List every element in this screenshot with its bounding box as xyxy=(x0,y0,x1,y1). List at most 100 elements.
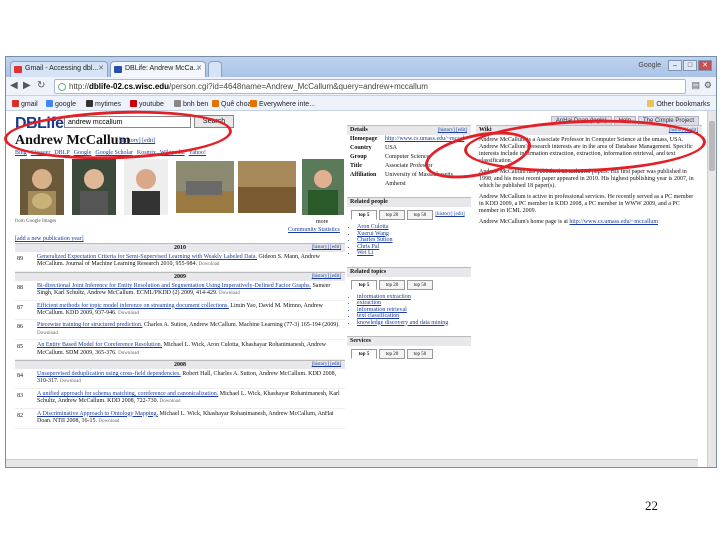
maximize-icon[interactable]: □ xyxy=(683,60,697,71)
download-link[interactable]: Download xyxy=(198,262,219,267)
blog-icon xyxy=(212,100,219,107)
google-icon xyxy=(46,100,53,107)
person-photo-4[interactable] xyxy=(302,159,344,215)
more-photos-link[interactable]: more xyxy=(316,219,328,225)
publication-title[interactable]: An Entity Based Model for Coreference Re… xyxy=(37,342,162,348)
publication-title[interactable]: Efficient methods for topic model infere… xyxy=(37,303,229,309)
community-statistics-link[interactable]: Community Statistics xyxy=(288,227,340,233)
minimize-icon[interactable]: – xyxy=(668,60,682,71)
services-header: Services xyxy=(347,336,471,346)
tab-gmail[interactable]: Gmail - Accessing dbl... ✕ xyxy=(10,61,108,77)
landscape-photo[interactable] xyxy=(238,161,296,213)
tab-top-20[interactable]: top 20 xyxy=(379,349,405,359)
publication-item: 82 A Discriminative Approach to Ontology … xyxy=(15,409,345,429)
tab-top-5[interactable]: top 5 xyxy=(351,349,377,359)
tab-top-50[interactable]: top 50 xyxy=(407,349,433,359)
close-tab-icon[interactable]: ✕ xyxy=(196,64,202,72)
related-people-list: Aron Culotta Xuerui Wang Charles Sutton … xyxy=(347,224,471,257)
related-topics-list: information extraction extraction inform… xyxy=(347,294,471,327)
tab-top-5[interactable]: top 5 xyxy=(351,210,377,220)
download-link[interactable]: Download xyxy=(118,351,139,356)
related-topics-tabs: top 5 top 20 top 50 xyxy=(347,279,471,292)
new-tab-button[interactable] xyxy=(208,61,222,77)
tab-top-50[interactable]: top 50 xyxy=(407,210,433,220)
details-history-edit-link[interactable]: [history] [edit] xyxy=(438,126,467,135)
year-header: 2010 [history] [edit] xyxy=(15,243,345,252)
wrench-icon[interactable]: ⚙ xyxy=(704,80,712,91)
globe-icon xyxy=(58,83,66,91)
related-people-history-edit-link[interactable]: [history] [edit] xyxy=(435,210,465,220)
tab-label: Gmail - Accessing dbl... xyxy=(25,65,99,72)
tab-top-50[interactable]: top 50 xyxy=(407,279,433,290)
year-header: 2008 [history] [edit] xyxy=(15,360,345,370)
url-host: dblife-02.cs.wisc.edu xyxy=(89,82,170,91)
person-photo-3[interactable] xyxy=(124,159,168,215)
other-bookmarks[interactable]: Other bookmarks xyxy=(647,100,710,108)
url-prefix: http:// xyxy=(69,82,90,91)
publication-item: 85 An Entity Based Model for Coreference … xyxy=(15,340,345,361)
year-history-edit-link[interactable]: [history] [edit] xyxy=(312,273,341,281)
year-history-edit-link[interactable]: [history] [edit] xyxy=(312,244,341,252)
publication-title[interactable]: Unsupervised deduplication using cross-f… xyxy=(37,371,181,377)
youtube-icon xyxy=(130,100,137,107)
nytimes-icon xyxy=(86,100,93,107)
publication-title[interactable]: Generalized Expectation Criteria for Sem… xyxy=(37,254,257,260)
bookmark-mytimes[interactable]: mytimes xyxy=(86,100,121,108)
publication-title[interactable]: Piecewise training for structured predic… xyxy=(37,322,142,328)
publication-item: 88 Bi-directional Joint Inference for Ent… xyxy=(15,281,345,301)
page-menu-icon[interactable]: ▤ xyxy=(691,80,700,91)
publication-item: 84 Unsupervised deduplication using cross… xyxy=(15,369,345,389)
tab-top-5[interactable]: top 5 xyxy=(351,279,377,290)
person-photo-1[interactable] xyxy=(20,159,64,215)
close-tab-icon[interactable]: ✕ xyxy=(98,64,104,72)
back-icon[interactable]: ◀ xyxy=(10,80,18,91)
vertical-scrollbar[interactable] xyxy=(707,111,716,467)
wiki-paragraph: Andrew McCallum's home page is at http:/… xyxy=(479,219,659,225)
download-link[interactable]: Download xyxy=(219,291,240,296)
person-photo-2[interactable] xyxy=(72,159,116,215)
download-link[interactable]: Download xyxy=(118,311,139,316)
year-history-edit-link[interactable]: [history] [edit] xyxy=(312,361,341,369)
publication-title[interactable]: A unified approach for schema matching, … xyxy=(37,391,218,397)
bookmark-gmail[interactable]: gmail xyxy=(12,100,38,108)
publication-title[interactable]: A Discriminative Approach to Ontology Ma… xyxy=(37,411,158,417)
bookmark-que-choa[interactable]: Quê choa xyxy=(212,100,251,108)
navigation-toolbar: ◀ ▶ ↻ http://dblife-02.cs.wisc.edu/perso… xyxy=(6,77,716,96)
forward-icon[interactable]: ▶ xyxy=(23,80,31,91)
tab-label: DBLife: Andrew McCa... xyxy=(125,65,200,72)
bookmark-everywhere[interactable]: Everywhere inte... xyxy=(250,100,315,108)
folder-icon xyxy=(647,100,655,107)
publication-item: 87 Efficient methods for topic model infe… xyxy=(15,301,345,321)
download-link[interactable]: Download xyxy=(60,379,81,384)
gmail-icon xyxy=(12,100,19,107)
details-row: Amherst xyxy=(385,181,406,187)
tab-dblife[interactable]: DBLife: Andrew McCa... ✕ xyxy=(110,61,206,77)
publication-title[interactable]: Bi-directional Joint Inference for Entit… xyxy=(37,283,311,289)
related-person-link[interactable]: Wei Li xyxy=(357,250,471,257)
bookmark-youtube[interactable]: youtube xyxy=(130,100,164,108)
tab-top-20[interactable]: top 20 xyxy=(379,279,405,290)
download-link[interactable]: Download xyxy=(99,419,120,424)
scrollbar-thumb[interactable] xyxy=(709,121,715,171)
bookmark-bnh-ben[interactable]: bnh ben xyxy=(174,100,208,108)
download-link[interactable]: Download xyxy=(160,399,181,404)
related-people-tabs: top 5 top 20 top 50 [history] [edit] xyxy=(347,210,471,222)
download-link[interactable]: Download xyxy=(37,331,58,336)
close-window-icon[interactable]: ✕ xyxy=(698,60,712,71)
reload-icon[interactable]: ↻ xyxy=(37,80,45,91)
wiki-homepage-link[interactable]: http://www.cs.umass.edu/~mccallum xyxy=(569,219,658,225)
landscape-photo[interactable] xyxy=(176,161,234,213)
slide-number: 22 xyxy=(645,498,658,513)
publication-item: 83 A unified approach for schema matching… xyxy=(15,389,345,409)
address-bar[interactable]: http://dblife-02.cs.wisc.edu/person.cgi?… xyxy=(54,79,686,94)
related-topic-link[interactable]: knowledge discovery and data mining xyxy=(357,320,471,327)
publications-list: 2010 [history] [edit] 89 Generalized Expec… xyxy=(15,243,345,429)
horizontal-scrollbar[interactable] xyxy=(6,459,698,467)
add-publication-year-link[interactable]: [add a new publication year] xyxy=(15,236,84,242)
tab-top-20[interactable]: top 20 xyxy=(379,210,405,220)
bookmark-google[interactable]: google xyxy=(46,100,76,108)
photos-caption: from Google Images xyxy=(15,219,57,224)
wiki-paragraph: Andrew McCallum is active in professiona… xyxy=(479,194,694,214)
details-header: Details [history] [edit] xyxy=(347,125,471,135)
blog-icon xyxy=(250,100,257,107)
